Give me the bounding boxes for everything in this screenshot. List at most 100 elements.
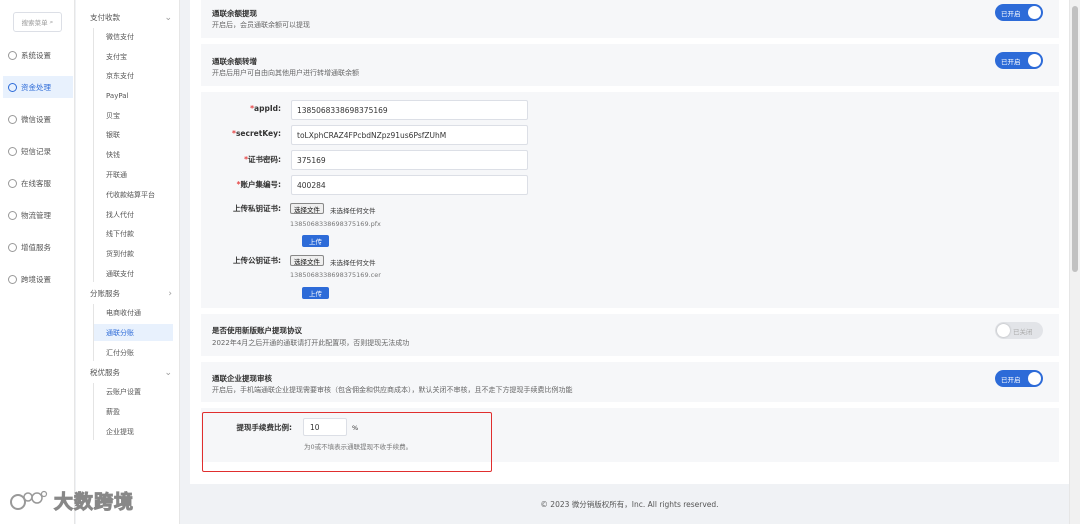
setting-title: 是否使用新版账户提现协议 [212,326,302,335]
scrollbar-thumb[interactable] [1072,6,1078,272]
watermark-text: 大数跨境 [53,491,135,514]
toggle-knob [997,324,1010,337]
private-cert-status: 未选择任何文件 [330,207,376,215]
public-cert-filename: 1385068338698375169.cer [290,271,381,279]
setting-balance-transfer: 通联余额转增 开启后用户可自由向其他用户进行转增通联余额 已开启 [201,44,1059,86]
submenu-item[interactable]: 汇付分账 [94,344,173,361]
setting-balance-withdraw: 通联余额提现 开启后，会员通联余额可以提现 已开启 [201,0,1059,38]
money-icon [8,82,17,92]
submenu-item[interactable]: 找人代付 [94,206,173,223]
cert-password-input[interactable]: 375169 [291,150,528,170]
nav-item-funds[interactable]: 资金处理 [3,76,73,98]
search-placeholder: 搜索菜单 [21,19,48,27]
message-icon [8,146,17,156]
setting-title: 通联余额提现 [212,9,257,18]
nav-item-system[interactable]: 系统设置 [3,44,73,66]
submenu-item[interactable]: 货到付款 [94,245,173,262]
chevron-down-icon: ⌄ [164,367,172,378]
chevron-down-icon: ⌄ [164,12,172,23]
appid-label: *appId: [250,104,281,113]
private-cert-label: 上传私钥证书: [233,204,281,213]
setting-enterprise-audit: 通联企业提现审核 开启后，手机端通联企业提现需要审核（包含佣金和供应商成本），默… [201,362,1059,402]
nav-item-label: 系统设置 [21,50,51,60]
toggle-knob [1028,54,1041,67]
menu-search-input[interactable]: 搜索菜单 ⌕ [13,12,62,32]
gutter [181,0,190,524]
nav-item-service[interactable]: 在线客服 [3,172,73,194]
public-cert-upload-button[interactable]: 上传 [302,287,329,299]
private-cert-choose-button[interactable]: 选择文件 [290,203,324,214]
appid-input[interactable]: 1385068338698375169 [291,100,528,120]
account-set-input[interactable]: 400284 [291,175,528,195]
private-cert-upload-button[interactable]: 上传 [302,235,329,247]
submenu-item[interactable]: 贝宝 [94,107,173,124]
cert-password-label: *证书密码: [244,155,281,164]
credentials-form: *appId: 1385068338698375169 *secretKey: … [201,92,1059,308]
nav-item-label: 跨境设置 [21,274,51,284]
watermark-icon [10,490,48,510]
nav-item-label: 微信设置 [21,114,51,124]
nav-item-value-added[interactable]: 增值服务 [3,236,73,258]
setting-new-protocol: 是否使用新版账户提现协议 2022年4月之后开通的通联请打开此配置项，否则提现无… [201,314,1059,356]
secret-key-label: *secretKey: [232,129,281,138]
service-icon [8,178,17,188]
toggle-balance-transfer[interactable]: 已开启 [995,52,1043,69]
private-cert-filename: 1385068338698375169.pfx [290,220,381,228]
toggle-label: 已开启 [1001,57,1021,66]
submenu: 支付收款 ⌄ 微信支付 支付宝 京东支付 PayPal 贝宝 银联 快钱 开联通 … [76,0,180,524]
globe-icon [8,274,17,284]
submenu-item[interactable]: 支付宝 [94,48,173,65]
toggle-knob [1028,6,1041,19]
submenu-item[interactable]: 开联通 [94,166,173,183]
submenu-item[interactable]: 云账户设置 [94,383,173,400]
submenu-item[interactable]: 电商收付通 [94,304,173,321]
submenu-item-active[interactable]: 通联分账 [94,324,173,341]
submenu-item[interactable]: 薪盈 [94,403,173,420]
setting-desc: 开启后，会员通联余额可以提现 [212,21,310,29]
group-label: 税优服务 [90,368,120,377]
toggle-new-protocol[interactable]: 已关闭 [995,322,1043,339]
nav-item-label: 物流管理 [21,210,51,220]
wechat-icon [8,114,17,124]
toggle-label: 已关闭 [1013,327,1033,336]
setting-desc: 开启后用户可自由向其他用户进行转增通联余额 [212,69,359,77]
setting-desc: 开启后，手机端通联企业提现需要审核（包含佣金和供应商成本），默认关闭不审核，且不… [212,386,573,394]
highlight-box [202,412,492,472]
scrollbar[interactable] [1069,0,1080,524]
public-cert-status: 未选择任何文件 [330,259,376,267]
nav-item-label: 短信记录 [21,146,51,156]
submenu-item[interactable]: 线下付款 [94,225,173,242]
toggle-label: 已开启 [1001,375,1021,384]
nav-item-label: 增值服务 [21,242,51,252]
toggle-knob [1028,372,1041,385]
toggle-balance-withdraw[interactable]: 已开启 [995,4,1043,21]
public-cert-label: 上传公钥证书: [233,256,281,265]
gear-icon [8,50,17,60]
submenu-item[interactable]: 京东支付 [94,67,173,84]
account-set-label: *账户集编号: [236,180,281,189]
toggle-enterprise-audit[interactable]: 已开启 [995,370,1043,387]
submenu-group-tax[interactable]: 税优服务 ⌄ [90,367,172,378]
search-icon: ⌕ [49,17,54,26]
submenu-item[interactable]: 微信支付 [94,28,173,45]
nav-item-wechat[interactable]: 微信设置 [3,108,73,130]
truck-icon [8,210,17,220]
nav-item-sms[interactable]: 短信记录 [3,140,73,162]
submenu-group-payment[interactable]: 支付收款 ⌄ [90,12,172,23]
nav-item-logistics[interactable]: 物流管理 [3,204,73,226]
footer: © 2023 微分销版权所有，Inc. All rights reserved. [190,484,1069,524]
chart-icon [8,242,17,252]
group-label: 分账服务 [90,289,120,298]
watermark-logo: 大数跨境 [8,487,134,514]
submenu-item[interactable]: 银联 [94,126,173,143]
public-cert-choose-button[interactable]: 选择文件 [290,255,324,266]
submenu-item[interactable]: PayPal [94,87,173,104]
submenu-group-split[interactable]: 分账服务 › [90,288,172,299]
setting-title: 通联余额转增 [212,57,257,66]
secret-key-input[interactable]: toLXphCRAZ4FPcbdNZpz91us6PsfZUhM [291,125,528,145]
submenu-item[interactable]: 企业提现 [94,423,173,440]
submenu-item[interactable]: 快钱 [94,146,173,163]
submenu-item[interactable]: 通联支付 [94,265,173,282]
submenu-item[interactable]: 代收款结算平台 [94,186,173,203]
nav-item-crossborder[interactable]: 跨境设置 [3,268,73,290]
